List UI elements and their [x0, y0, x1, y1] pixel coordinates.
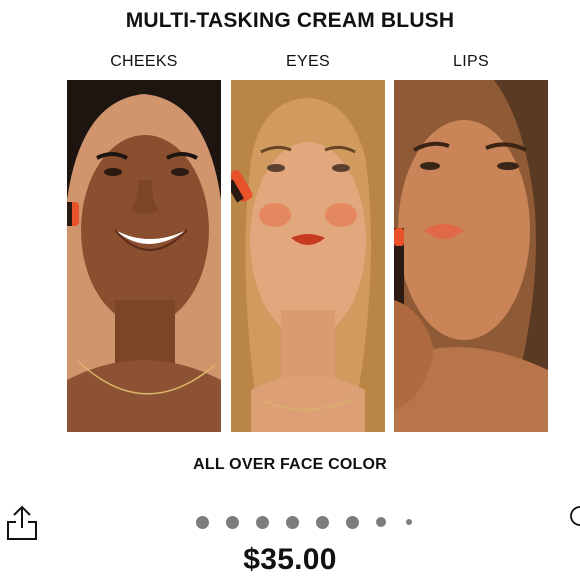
- carousel-dot[interactable]: [406, 519, 412, 525]
- panel-label-lips: LIPS: [453, 53, 489, 70]
- share-button[interactable]: [4, 503, 40, 543]
- panel-label-eyes: EYES: [286, 53, 330, 70]
- carousel-dot[interactable]: [256, 515, 269, 529]
- carousel-dots: [196, 514, 412, 530]
- photo-cheeks: [67, 80, 221, 432]
- model-photo-eyes: [231, 80, 385, 432]
- model-photo-lips: [394, 80, 548, 432]
- carousel-dot[interactable]: [376, 517, 386, 527]
- promo-subtitle: ALL OVER FACE COLOR: [193, 456, 387, 473]
- carousel-dot[interactable]: [226, 515, 239, 529]
- panel-label-cheeks: CHEEKS: [110, 53, 178, 70]
- like-button[interactable]: [568, 506, 580, 530]
- carousel-dot[interactable]: [286, 515, 299, 529]
- carousel-dot[interactable]: [346, 515, 359, 529]
- model-photo-cheeks: [67, 80, 221, 432]
- like-icon: [570, 506, 580, 526]
- photo-lips: [394, 80, 548, 432]
- product-price: $35.00: [243, 543, 337, 576]
- promo-title: MULTI-TASKING CREAM BLUSH: [125, 9, 455, 32]
- share-icon: [7, 505, 37, 540]
- product-listing-page: MULTI-TASKING CREAM BLUSH CHEEKS EYES LI…: [0, 0, 580, 580]
- photo-eyes: [231, 80, 385, 432]
- carousel-dot[interactable]: [196, 515, 209, 529]
- carousel-dot[interactable]: [316, 515, 329, 529]
